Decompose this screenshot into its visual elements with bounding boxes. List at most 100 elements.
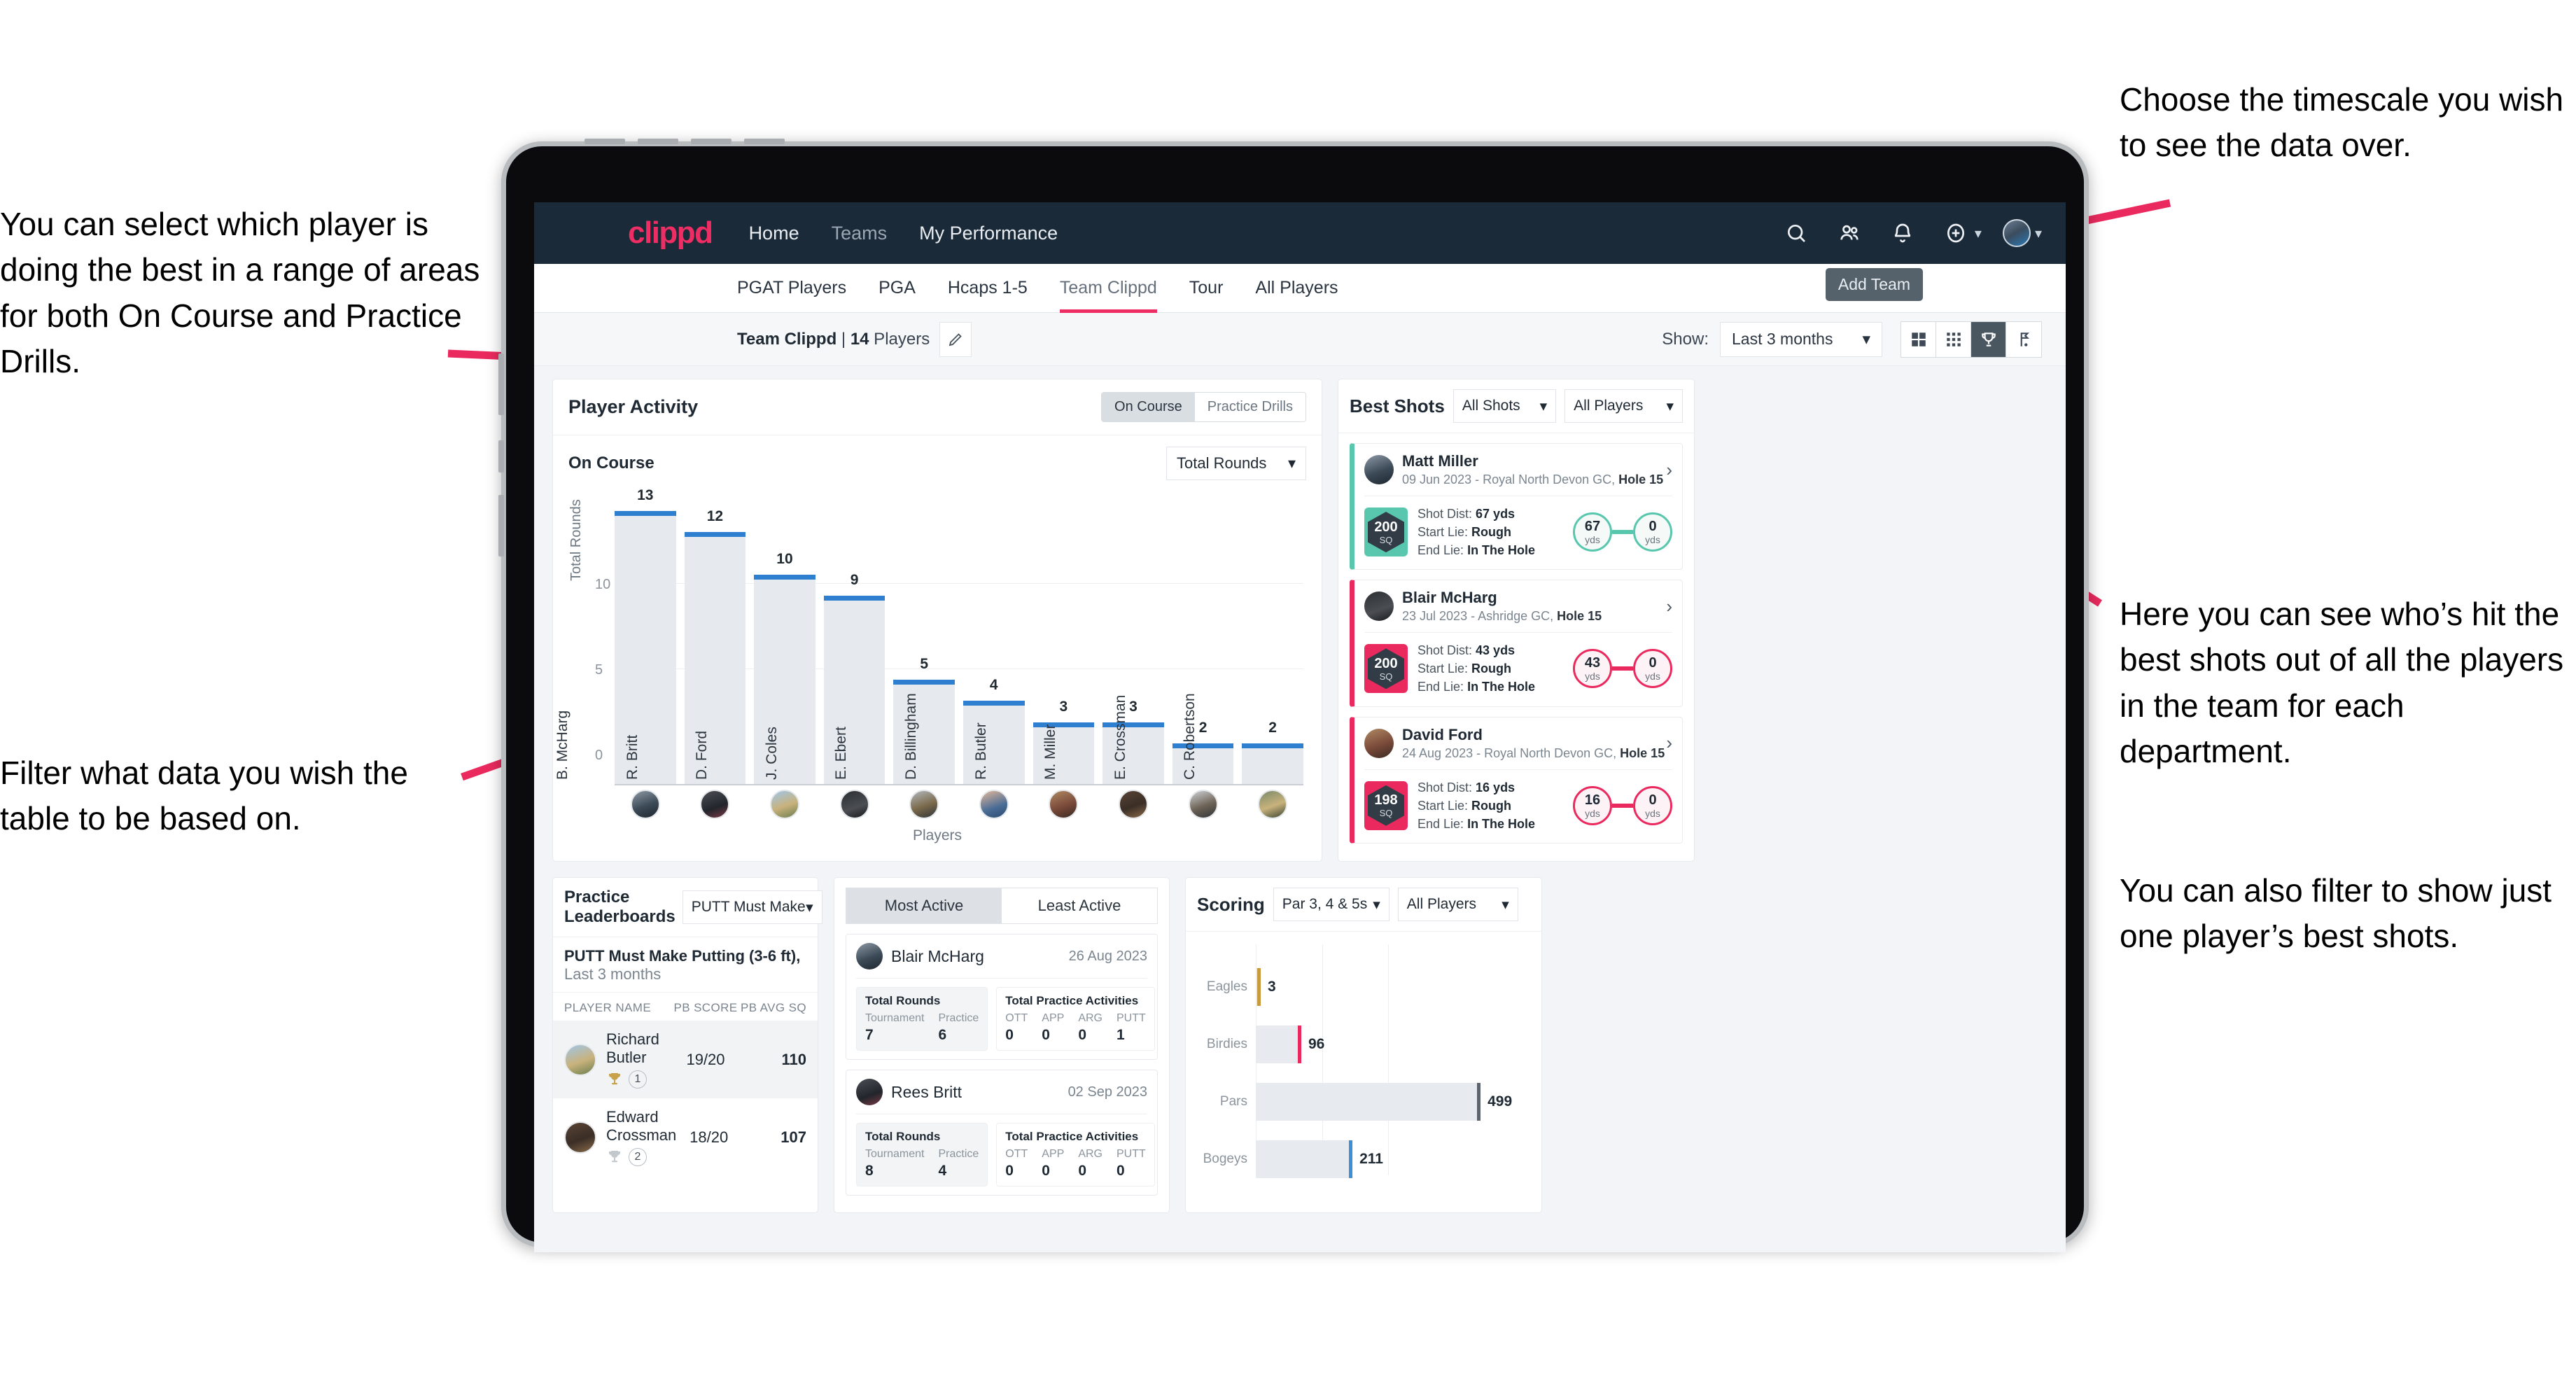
shot-dist-value: 43 yds [1476, 643, 1516, 658]
avatar[interactable] [1258, 790, 1288, 819]
distance-connector [1612, 530, 1633, 535]
grid-small-icon[interactable] [1936, 321, 1971, 357]
pb-score-cell: 19/20 [686, 1050, 725, 1068]
practice-metric-value: 0 [1005, 1027, 1014, 1043]
tab-pgat-players[interactable]: PGAT Players [737, 264, 846, 313]
chart-bar[interactable] [1242, 743, 1303, 785]
total-practice-title: Total Practice Activities [1005, 994, 1139, 1007]
table-row[interactable]: Edward Crossman 2 18/20 107 [553, 1098, 818, 1176]
timescale-select[interactable]: Last 3 months ▾ [1720, 321, 1882, 357]
nav-link-teams[interactable]: Teams [832, 223, 888, 244]
chevron-down-icon[interactable]: ▾ [2035, 225, 2042, 242]
drill-select[interactable]: PUTT Must Make Putting ... ▾ [682, 890, 822, 924]
rounds-metric-value: 4 [938, 1163, 947, 1179]
nav-link-home[interactable]: Home [749, 223, 799, 244]
chevron-down-icon: ▾ [1287, 454, 1296, 472]
tab-least-active[interactable]: Least Active [1002, 888, 1157, 923]
nav-link-my-performance[interactable]: My Performance [919, 223, 1058, 244]
tablet-device: clippd Home Teams My Performance ▾ ▾ PGA… [498, 139, 2089, 1252]
avatar[interactable] [769, 790, 799, 819]
practice-metric: OTT 0 [1005, 1012, 1028, 1044]
shot-quality-badge: 200 SQ [1364, 644, 1408, 694]
best-shot-card[interactable]: Matt Miller 09 Jun 2023 - Royal North Dev… [1350, 443, 1683, 570]
chart-player-avatars [615, 790, 1303, 819]
practice-metric-value: 0 [1042, 1027, 1050, 1043]
total-practice-title: Total Practice Activities [1005, 1130, 1139, 1143]
people-icon[interactable] [1835, 218, 1864, 248]
search-icon[interactable] [1782, 218, 1811, 248]
avatar[interactable] [1188, 790, 1218, 819]
shot-quality-unit: SQ [1379, 808, 1393, 819]
avatar[interactable] [839, 790, 869, 819]
tab-most-active[interactable]: Most Active [846, 888, 1002, 923]
start-lie-label: Start Lie: [1418, 525, 1472, 540]
scoring-bar-cap [1257, 968, 1261, 1006]
chart-bar-value: 9 [850, 571, 859, 588]
tab-all-players[interactable]: All Players [1255, 264, 1338, 313]
chart-bar-label: D. Billingham [902, 693, 919, 780]
edit-team-button[interactable] [939, 321, 972, 357]
column-pb-score: PB SCORE [673, 1001, 738, 1014]
scoring-bar-value: 3 [1268, 979, 1276, 995]
distance-from-unit: yds [1585, 534, 1600, 546]
page-tabs: PGAT Players PGA Hcaps 1-5 Team Clippd T… [534, 264, 2066, 313]
practice-column-headers: PLAYER NAME PB SCORE PB AVG SQ [553, 993, 818, 1021]
device-button [744, 139, 785, 144]
shot-filter-select[interactable]: All Shots ▾ [1452, 389, 1557, 423]
table-row[interactable]: Richard Butler 1 19/20 110 [553, 1021, 818, 1098]
avatar[interactable] [700, 790, 730, 819]
scoring-bar[interactable] [1256, 1140, 1353, 1178]
chevron-right-icon[interactable]: › [1666, 459, 1672, 481]
metric-select[interactable]: Total Rounds ▾ [1166, 447, 1306, 480]
tab-team-clippd[interactable]: Team Clippd [1059, 264, 1157, 313]
scoring-player-filter-select[interactable]: All Players ▾ [1397, 888, 1518, 921]
distance-from-value: 16 [1584, 792, 1601, 808]
tab-pga[interactable]: PGA [878, 264, 916, 313]
tab-tour[interactable]: Tour [1189, 264, 1224, 313]
trophy-icon[interactable] [1971, 321, 2006, 357]
flag-icon[interactable] [2006, 322, 2041, 357]
chart-bar-value: 12 [706, 508, 724, 525]
chevron-down-icon[interactable]: ▾ [1975, 225, 1982, 242]
segment-practice-drills[interactable]: Practice Drills [1194, 393, 1306, 421]
add-team-tooltip: Add Team [1825, 268, 1923, 301]
team-label: Team Clippd | 14 Players [737, 330, 930, 349]
avatar[interactable] [2002, 219, 2031, 247]
avatar[interactable] [979, 790, 1009, 819]
page-title: Player Activity [568, 396, 699, 417]
scoring-bar[interactable] [1256, 1083, 1481, 1121]
chevron-right-icon[interactable]: › [1666, 732, 1672, 754]
distance-to-unit: yds [1645, 807, 1660, 819]
segment-on-course[interactable]: On Course [1102, 393, 1195, 421]
best-shot-hole: Hole 15 [1618, 472, 1664, 486]
par-filter-select[interactable]: Par 3, 4 & 5s ▾ [1273, 888, 1390, 921]
player-filter-select[interactable]: All Players ▾ [1564, 389, 1683, 423]
chart-bar-value: 2 [1268, 719, 1277, 736]
activity-feed-card[interactable]: Blair McHarg 26 Aug 2023 Total Rounds Tourn… [846, 934, 1158, 1060]
clippd-logo[interactable]: clippd [628, 216, 713, 251]
chevron-right-icon[interactable]: › [1666, 596, 1672, 617]
scoring-bar[interactable] [1256, 968, 1261, 1006]
practice-metric-value: 0 [1116, 1163, 1125, 1179]
player-activity-card: Player Activity On Course Practice Drill… [552, 379, 1322, 862]
best-shot-identity: David Ford 24 Aug 2023 - Royal North Devo… [1402, 726, 1665, 761]
tab-hcaps-1-5[interactable]: Hcaps 1-5 [948, 264, 1028, 313]
avatar[interactable] [1118, 790, 1148, 819]
drill-select-value: PUTT Must Make Putting ... [691, 899, 806, 915]
activity-feed-tabs: Most Active Least Active [846, 888, 1158, 924]
best-shot-card[interactable]: Blair McHarg 23 Jul 2023 - Ashridge GC, H… [1350, 580, 1683, 707]
rounds-metric: Practice 6 [939, 1012, 979, 1044]
avatar[interactable] [630, 790, 660, 819]
avatar[interactable] [1049, 790, 1079, 819]
chevron-down-icon: ▾ [1862, 330, 1870, 348]
grid-large-icon[interactable] [1901, 321, 1936, 357]
practice-metric: APP 0 [1042, 1012, 1064, 1044]
avatar[interactable] [909, 790, 939, 819]
bell-icon[interactable] [1888, 218, 1917, 248]
activity-feed-card[interactable]: Rees Britt 02 Sep 2023 Total Rounds Tournam… [846, 1070, 1158, 1196]
best-shot-card[interactable]: David Ford 24 Aug 2023 - Royal North Devo… [1350, 716, 1683, 844]
distance-from-value: 67 [1584, 519, 1601, 535]
scoring-bar[interactable] [1256, 1026, 1301, 1063]
plus-circle-icon[interactable] [1941, 218, 1970, 248]
team-separator: | [836, 329, 850, 349]
